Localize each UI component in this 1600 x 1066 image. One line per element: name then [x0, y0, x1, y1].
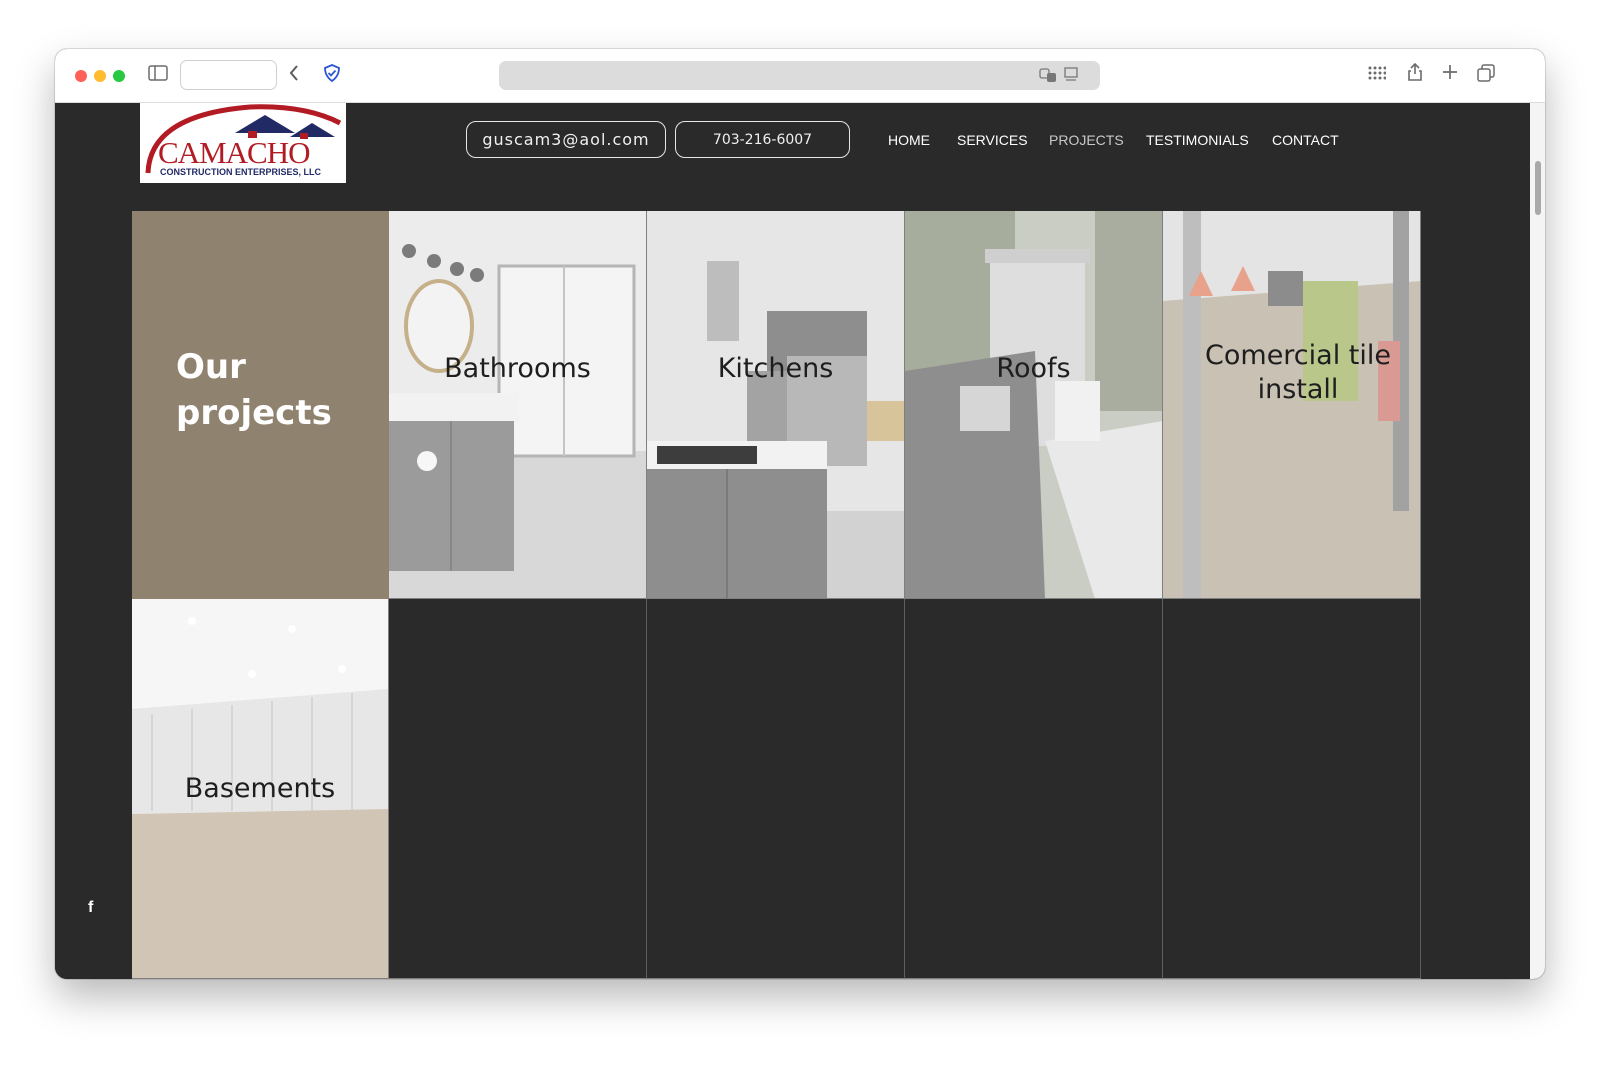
projects-intro-panel: Our projects: [132, 211, 389, 599]
empty-tile: [647, 599, 905, 979]
page-scrollbar[interactable]: [1530, 103, 1545, 979]
tile-label-roofs: Roofs: [996, 353, 1071, 384]
projects-title: Our projects: [176, 347, 332, 433]
nav-contact[interactable]: CONTACT: [1272, 132, 1339, 148]
phone-button[interactable]: 703-216-6007: [675, 121, 850, 158]
project-tile-roofs[interactable]: Roofs: [905, 211, 1163, 599]
nav-home[interactable]: HOME: [888, 132, 930, 148]
close-window-button[interactable]: [75, 70, 87, 82]
address-bar[interactable]: [499, 61, 1100, 90]
logo-subtitle: CONSTRUCTION ENTERPRISES, LLC: [160, 167, 322, 177]
empty-tile: [905, 599, 1163, 979]
tab-group-pill[interactable]: [180, 60, 277, 90]
email-text: guscam3@aol.com: [482, 130, 650, 149]
reader-icon[interactable]: [1064, 67, 1078, 87]
tile-label-kitchens: Kitchens: [717, 353, 834, 384]
zoom-window-button[interactable]: [113, 70, 125, 82]
project-tile-kitchens[interactable]: Kitchens: [647, 211, 905, 599]
empty-tile: [389, 599, 647, 979]
shield-icon[interactable]: [322, 63, 342, 87]
nav-testimonials[interactable]: TESTIMONIALS: [1146, 132, 1249, 148]
sidebar-icon[interactable]: [148, 65, 168, 85]
tabs-icon[interactable]: [1477, 64, 1495, 86]
browser-toolbar: [55, 49, 1545, 103]
tile-label-bathrooms: Bathrooms: [444, 353, 591, 384]
share-icon[interactable]: [1407, 62, 1423, 86]
facebook-icon[interactable]: f: [88, 899, 93, 917]
plus-icon[interactable]: [1442, 64, 1458, 84]
nav-services[interactable]: SERVICES: [957, 132, 1028, 148]
translate-icon[interactable]: [1039, 67, 1057, 87]
phone-text: 703-216-6007: [712, 131, 813, 148]
tile-label-commercial: Comercial tile install: [1205, 340, 1391, 405]
empty-tile: [1163, 599, 1421, 979]
website-content: CAMACHO CONSTRUCTION ENTERPRISES, LLC gu…: [55, 103, 1530, 979]
browser-window: CAMACHO CONSTRUCTION ENTERPRISES, LLC gu…: [55, 49, 1545, 979]
back-icon[interactable]: [288, 64, 300, 86]
nav-projects[interactable]: PROJECTS: [1049, 132, 1124, 148]
email-button[interactable]: guscam3@aol.com: [466, 121, 666, 158]
minimize-window-button[interactable]: [94, 70, 106, 82]
tile-label-basements: Basements: [184, 773, 336, 804]
grid-icon[interactable]: [1368, 66, 1387, 86]
project-tile-bathrooms[interactable]: Bathrooms: [389, 211, 647, 599]
logo-word: CAMACHO: [158, 135, 310, 170]
scrollbar-thumb[interactable]: [1535, 161, 1541, 215]
project-tile-commercial[interactable]: Comercial tile install: [1163, 211, 1421, 599]
project-tile-basements[interactable]: Basements: [132, 599, 389, 979]
company-logo[interactable]: CAMACHO CONSTRUCTION ENTERPRISES, LLC: [140, 103, 346, 183]
